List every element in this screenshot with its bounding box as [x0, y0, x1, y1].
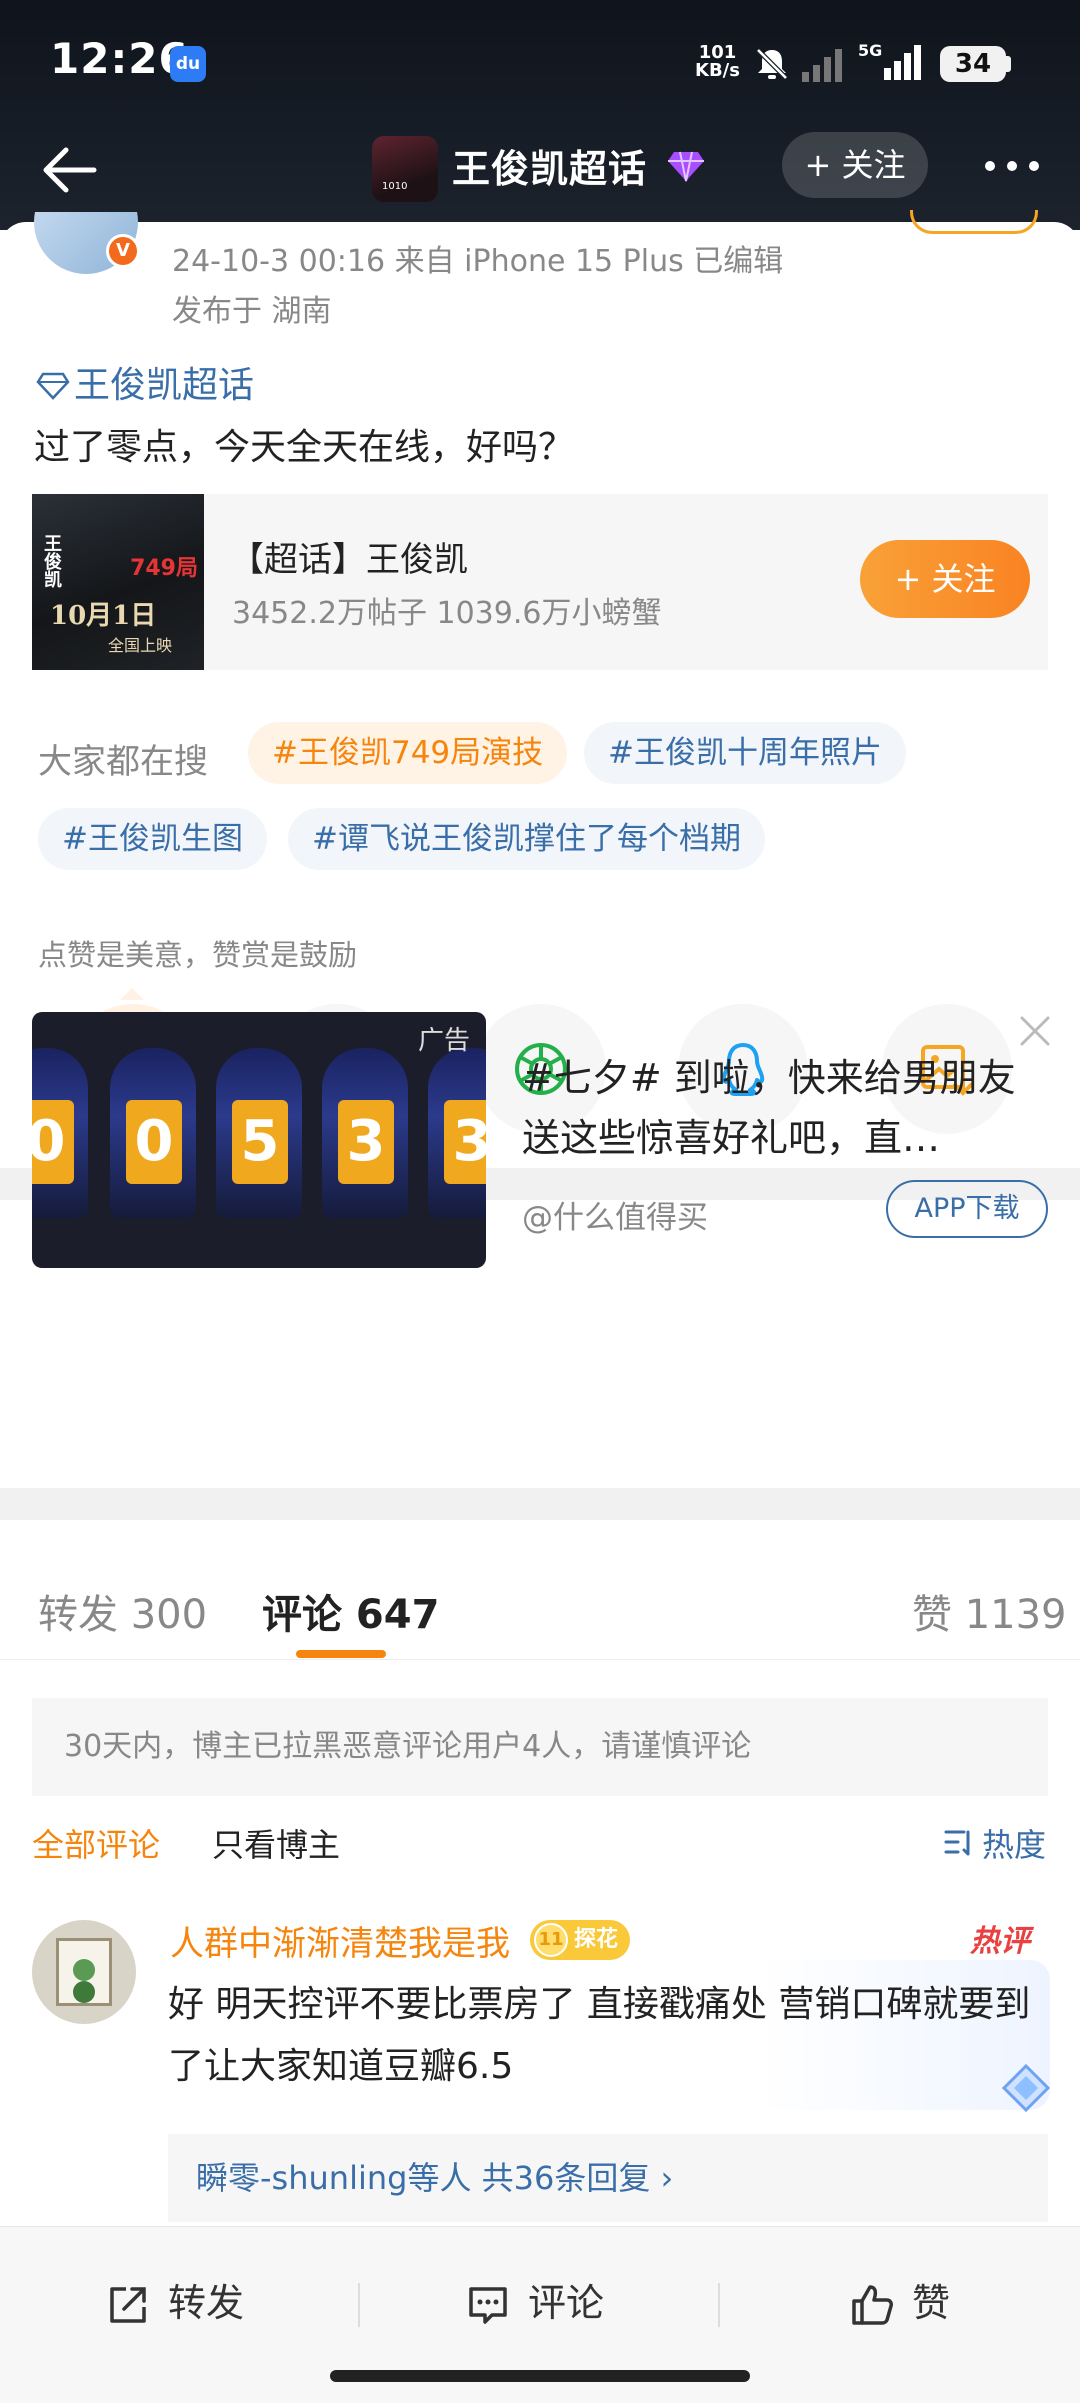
diamond-icon — [668, 151, 704, 182]
commenter-name[interactable]: 人群中渐渐清楚我是我 — [170, 1916, 510, 1965]
encourage-text: 点赞是美意，赞赏是鼓励 — [38, 938, 358, 972]
topic-card-stats: 3452.2万帖子 1039.6万小螃蟹 — [232, 596, 662, 631]
topic-follow-button[interactable]: + 关注 — [860, 540, 1030, 618]
app-notification-icon: du — [170, 46, 206, 82]
repost-icon — [110, 2287, 146, 2323]
supertopic-avatar[interactable]: 1010 — [372, 136, 438, 202]
topic-card-title: 【超话】王俊凯 — [230, 540, 468, 580]
nixie-digit: 0 — [32, 1100, 74, 1184]
top-header: 12:26 du 101 KB/s 5G 34 1010 王俊凯超话 + 关注 — [0, 0, 1080, 230]
tab-comments[interactable]: 评论 647 — [262, 1582, 439, 1640]
search-tag[interactable]: #王俊凯十周年照片 — [584, 722, 906, 784]
battery-indicator: 34 — [940, 46, 1006, 82]
comment-text[interactable]: 好 明天控评不要比票房了 直接戳痛处 营销口碑就要到了让大家知道豆瓣6.5 — [168, 1974, 1048, 2098]
nixie-tube: 3 — [322, 1048, 408, 1218]
poster-release: 全国上映 — [108, 636, 173, 655]
diamond-outline-icon — [36, 372, 70, 400]
topic-link-label: 王俊凯超话 — [74, 365, 255, 406]
home-indicator[interactable] — [330, 2370, 750, 2382]
network-speed: 101 KB/s — [695, 44, 740, 80]
section-divider — [0, 1488, 1080, 1520]
hot-comment-stamp: 热评 — [970, 1924, 1030, 1959]
nixie-tube: 3 — [428, 1048, 486, 1218]
like-button[interactable]: 赞 — [850, 2273, 990, 2333]
ad-image[interactable]: 0 0 5 3 3 广告 — [32, 1012, 486, 1268]
comment-label: 评论 — [528, 2281, 605, 2325]
nixie-digit: 3 — [444, 1100, 486, 1184]
divider — [358, 2283, 360, 2327]
nixie-digit: 3 — [338, 1100, 394, 1184]
status-time: 12:26 — [50, 34, 189, 83]
network-speed-unit: KB/s — [695, 60, 740, 81]
interaction-tabs: 转发 300 评论 647 赞 1139 — [0, 1540, 1080, 1660]
post-meta: 24-10-3 00:16 来自 iPhone 15 Plus 已编辑 — [172, 244, 784, 279]
topic-poster: 王俊凯 749局 10月1日 全国上映 — [32, 494, 204, 670]
commenter-avatar[interactable] — [32, 1920, 136, 2024]
comment-notice: 30天内，博主已拉黑恶意评论用户4人，请谨慎评论 — [32, 1698, 1048, 1796]
nixie-digit: 5 — [232, 1100, 288, 1184]
comment-replies-link[interactable]: 瞬零-shunling等人 共36条回复 › — [168, 2134, 1048, 2222]
poster-name: 王俊凯 — [41, 534, 62, 588]
post-text: 过了零点，今天全天在线，好吗？ — [34, 427, 575, 468]
close-icon[interactable] — [1014, 1010, 1056, 1052]
nixie-digit: 0 — [126, 1100, 182, 1184]
tab-repost[interactable]: 转发 300 — [38, 1582, 207, 1640]
trending-search-label: 大家都在搜 — [38, 742, 208, 782]
search-tag[interactable]: #谭飞说王俊凯撑住了每个档期 — [288, 808, 765, 870]
comment-button[interactable]: 评论 — [466, 2273, 626, 2333]
tab-likes[interactable]: 赞 1139 — [912, 1582, 1067, 1640]
ad-label: 广告 — [417, 1026, 470, 1056]
filter-all-comments[interactable]: 全部评论 — [32, 1820, 160, 1866]
nav-title[interactable]: 王俊凯超话 — [452, 138, 647, 193]
pointer-caret — [120, 988, 144, 1000]
search-tag[interactable]: #王俊凯749局演技 — [248, 722, 568, 784]
verified-badge-icon: V — [106, 234, 140, 268]
poster-title: 749局 — [130, 556, 198, 581]
sort-icon[interactable] — [944, 1828, 976, 1856]
nav-follow-button[interactable]: + 关注 — [782, 132, 928, 198]
nav-bar: 1010 王俊凯超话 + 关注 — [0, 120, 1080, 220]
svg-text:5G: 5G — [858, 41, 882, 60]
sort-label[interactable]: 热度 — [982, 1820, 1046, 1866]
signal-icon — [802, 49, 842, 82]
topic-link[interactable]: 王俊凯超话 — [36, 356, 254, 408]
ad-text[interactable]: #七夕# 到啦，快来给男朋友送这些惊喜好礼吧，直… — [522, 1048, 1022, 1168]
status-bar: 12:26 du 101 KB/s 5G 34 — [0, 0, 1080, 130]
nixie-tube: 0 — [110, 1048, 196, 1218]
fan-level-label: 探花 — [574, 1927, 619, 1952]
5g-signal-icon: 5G — [858, 41, 921, 80]
post-location: 发布于 湖南 — [172, 294, 332, 329]
author-follow-button[interactable] — [910, 210, 1038, 234]
sparkle-diamond-icon — [1001, 2063, 1051, 2113]
more-icon[interactable] — [980, 146, 1044, 186]
thumbs-up-icon — [852, 2285, 893, 2325]
topic-card[interactable]: 王俊凯 749局 10月1日 全国上映 【超话】王俊凯 3452.2万帖子 10… — [32, 494, 1048, 670]
battery-tip — [1006, 56, 1011, 72]
poster-date: 10月1日 — [50, 601, 157, 631]
app-download-button[interactable]: APP下载 — [886, 1180, 1048, 1238]
divider — [718, 2283, 720, 2327]
like-label: 赞 — [912, 2281, 951, 2325]
nixie-tube: 5 — [216, 1048, 302, 1218]
filter-owner-only[interactable]: 只看博主 — [212, 1820, 340, 1866]
search-tag[interactable]: #王俊凯生图 — [38, 808, 267, 870]
nixie-tube: 0 — [32, 1048, 88, 1218]
fan-level: 11 — [534, 1923, 568, 1957]
back-arrow-icon[interactable] — [36, 140, 100, 200]
ad-source: @什么值得买 — [522, 1200, 708, 1236]
repost-label: 转发 — [168, 2281, 245, 2325]
active-tab-indicator — [296, 1650, 386, 1658]
mute-icon — [756, 48, 788, 80]
repost-button[interactable]: 转发 — [106, 2273, 266, 2333]
comment-icon — [469, 2287, 507, 2324]
fan-level-badge: 11 探花 — [530, 1920, 631, 1960]
